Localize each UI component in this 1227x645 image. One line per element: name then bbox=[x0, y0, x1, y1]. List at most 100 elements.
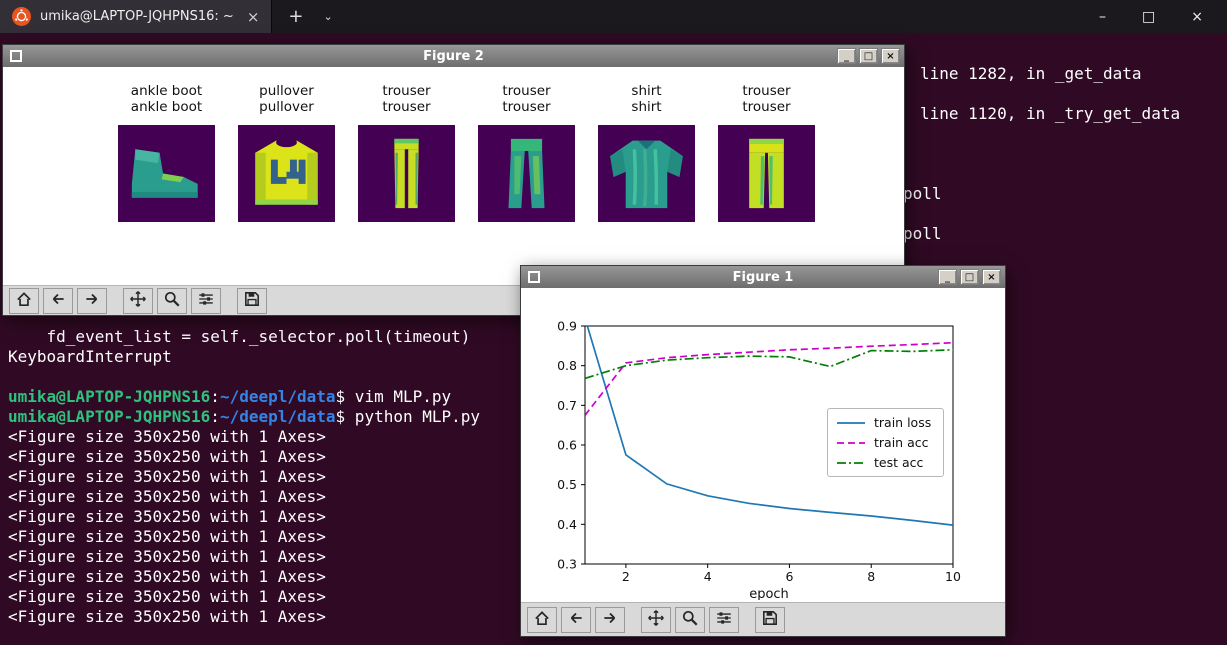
home-icon bbox=[15, 290, 33, 311]
forward-icon bbox=[601, 609, 619, 630]
terminal-line: <Figure size 350x250 with 1 Axes> bbox=[8, 467, 326, 486]
toolbar-back-button[interactable] bbox=[43, 287, 73, 314]
terminal-line: line 1282, in _get_data bbox=[920, 64, 1142, 83]
toolbar-zoom-button[interactable] bbox=[675, 606, 705, 633]
toolbar-configure-button[interactable] bbox=[191, 287, 221, 314]
toolbar-pan-button[interactable] bbox=[641, 606, 671, 633]
pan-icon bbox=[647, 609, 665, 630]
prompt-command: python MLP.py bbox=[345, 407, 481, 426]
terminal-line: <Figure size 350x250 with 1 Axes> bbox=[8, 567, 326, 586]
home-icon bbox=[533, 609, 551, 630]
prompt-dollar: $ bbox=[335, 407, 346, 426]
prompt-colon: : bbox=[210, 407, 220, 426]
terminal-tab[interactable]: umika@LAPTOP-JQHPNS16: ~ × bbox=[0, 0, 273, 33]
figure1-window-controls: _ □ × bbox=[938, 269, 1001, 285]
figure1-close-button[interactable]: × bbox=[982, 269, 1001, 285]
figure1-titlebar[interactable]: Figure 1 _ □ × bbox=[521, 266, 1005, 288]
terminal-line: <Figure size 350x250 with 1 Axes> bbox=[8, 447, 326, 466]
figure1-minimize-button[interactable]: _ bbox=[938, 269, 957, 285]
figure1-canvas[interactable]: 2 4 6 8 10 0.3 0.4 0.5 0.6 0.7 0.8 0.9 epoch train l… bbox=[521, 288, 1005, 602]
back-icon bbox=[49, 290, 67, 311]
screen: umika@LAPTOP-JQHPNS16: ~ × + ⌄ – □ × lin… bbox=[0, 0, 1227, 645]
prompt-dollar: $ bbox=[335, 387, 346, 406]
tab-list-chevron-icon[interactable]: ⌄ bbox=[323, 10, 332, 23]
sample-cell-1: ankle boot ankle boot bbox=[118, 83, 215, 222]
window-menu-icon[interactable] bbox=[528, 271, 540, 283]
toolbar-pan-button[interactable] bbox=[123, 287, 153, 314]
terminal-header: umika@LAPTOP-JQHPNS16: ~ × + ⌄ – □ × bbox=[0, 0, 1227, 33]
configure-icon bbox=[197, 290, 215, 311]
prompt-path: ~/deepl/data bbox=[219, 387, 336, 406]
toolbar-configure-button[interactable] bbox=[709, 606, 739, 633]
terminal-line: <Figure size 350x250 with 1 Axes> bbox=[8, 427, 326, 446]
zoom-icon bbox=[163, 290, 181, 311]
fashion-image-trouser bbox=[478, 125, 575, 222]
svg-text:10: 10 bbox=[945, 569, 961, 584]
sample-title: trouser trouser bbox=[502, 83, 551, 115]
svg-text:0.6: 0.6 bbox=[557, 438, 577, 453]
forward-icon bbox=[83, 290, 101, 311]
sample-cell-4: trouser trouser bbox=[478, 83, 575, 222]
toolbar-home-button[interactable] bbox=[527, 606, 557, 633]
terminal-scrollback: fd_event_list = self._selector.poll(time… bbox=[8, 327, 480, 627]
toolbar-save-button[interactable] bbox=[755, 606, 785, 633]
ubuntu-logo-icon bbox=[12, 7, 31, 26]
svg-text:0.7: 0.7 bbox=[557, 398, 577, 413]
figure1-title: Figure 1 bbox=[732, 269, 794, 285]
configure-icon bbox=[715, 609, 733, 630]
toolbar-zoom-button[interactable] bbox=[157, 287, 187, 314]
terminal-line: <Figure size 350x250 with 1 Axes> bbox=[8, 527, 326, 546]
sample-cell-3: trouser trouser bbox=[358, 83, 455, 222]
legend-label: train acc bbox=[874, 435, 929, 450]
prompt-user: umika@LAPTOP-JQHPNS16 bbox=[8, 407, 211, 426]
toolbar-back-button[interactable] bbox=[561, 606, 591, 633]
zoom-icon bbox=[681, 609, 699, 630]
terminal-minimize-button[interactable]: – bbox=[1099, 9, 1106, 25]
toolbar-forward-button[interactable] bbox=[77, 287, 107, 314]
sample-title: trouser trouser bbox=[742, 83, 791, 115]
terminal-line: line 1120, in _try_get_data bbox=[920, 104, 1181, 123]
terminal-window-controls: – □ × bbox=[1099, 9, 1227, 25]
terminal-prompt-line: umika@LAPTOP-JQHPNS16:~/deepl/data$ vim … bbox=[8, 387, 480, 407]
figure2-close-button[interactable]: × bbox=[881, 48, 900, 64]
save-icon bbox=[761, 609, 779, 630]
svg-text:8: 8 bbox=[867, 569, 875, 584]
terminal-line: <Figure size 350x250 with 1 Axes> bbox=[8, 607, 326, 626]
figure2-maximize-button[interactable]: □ bbox=[859, 48, 878, 64]
fashion-image-trouser bbox=[718, 125, 815, 222]
terminal-line: poll bbox=[903, 184, 942, 203]
figure2-title: Figure 2 bbox=[423, 48, 484, 64]
legend-entry: test acc bbox=[836, 455, 931, 470]
terminal-prompt-line: umika@LAPTOP-JQHPNS16:~/deepl/data$ pyth… bbox=[8, 407, 480, 427]
figure1-maximize-button[interactable]: □ bbox=[960, 269, 979, 285]
new-tab-button[interactable]: + bbox=[288, 6, 303, 27]
terminal-close-button[interactable]: × bbox=[1191, 9, 1203, 25]
sample-cell-2: pullover pullover bbox=[238, 83, 335, 222]
fashion-image-trouser bbox=[358, 125, 455, 222]
figure2-canvas[interactable]: ankle bootankle boot pulloverpullover bbox=[3, 67, 904, 285]
sample-cell-6: trouser trouser bbox=[718, 83, 815, 222]
sample-cell-5: shirt shirt bbox=[598, 83, 695, 222]
terminal-line: fd_event_list = self._selector.poll(time… bbox=[8, 327, 471, 346]
svg-text:2: 2 bbox=[622, 569, 630, 584]
tab-close-icon[interactable]: × bbox=[247, 8, 260, 26]
sample-title: pullover pullover bbox=[259, 83, 314, 115]
figure2-minimize-button[interactable]: _ bbox=[837, 48, 856, 64]
toolbar-home-button[interactable] bbox=[9, 287, 39, 314]
legend-label: test acc bbox=[874, 455, 924, 470]
figure1-window: Figure 1 _ □ × 2 4 6 8 10 0.3 0.4 0.5 0.6 0.7 0.8 0… bbox=[520, 265, 1006, 637]
svg-text:6: 6 bbox=[785, 569, 793, 584]
save-icon bbox=[243, 290, 261, 311]
toolbar-save-button[interactable] bbox=[237, 287, 267, 314]
fashion-image-pullover bbox=[238, 125, 335, 222]
prompt-colon: : bbox=[210, 387, 220, 406]
svg-text:0.8: 0.8 bbox=[557, 358, 577, 373]
terminal-maximize-button[interactable]: □ bbox=[1142, 9, 1155, 25]
sample-title: shirt shirt bbox=[631, 83, 662, 115]
toolbar-forward-button[interactable] bbox=[595, 606, 625, 633]
window-menu-icon[interactable] bbox=[10, 50, 22, 62]
figure2-titlebar[interactable]: Figure 2 _ □ × bbox=[3, 45, 904, 67]
terminal-line: poll bbox=[903, 224, 942, 243]
terminal-line: <Figure size 350x250 with 1 Axes> bbox=[8, 547, 326, 566]
